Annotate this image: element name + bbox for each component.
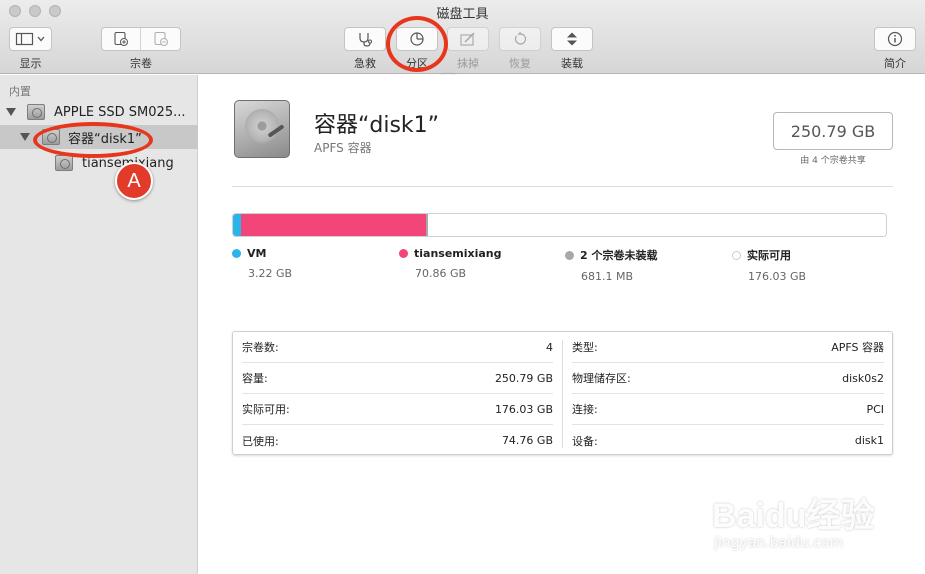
- volume-title: 容器“disk1”: [314, 113, 440, 138]
- legend-value: 681.1 MB: [581, 270, 634, 283]
- shared-note: 由 4 个宗卷共享: [800, 156, 866, 166]
- info-row: 实际可用: 176.03 GB: [242, 394, 553, 425]
- info-label-text: 设备:: [572, 434, 598, 448]
- first-aid-button[interactable]: [344, 27, 386, 51]
- legend-swatch: [232, 249, 241, 258]
- legend-item-vm: VM 3.22 GB: [232, 247, 292, 280]
- info-row: 物理储存区: disk0s2: [572, 363, 884, 394]
- volume-label: 宗卷: [130, 57, 152, 70]
- info-label-text: 容量:: [242, 372, 268, 385]
- view-label: 显示: [19, 57, 42, 70]
- legend-swatch: [565, 250, 574, 260]
- legend-swatch: [399, 249, 408, 258]
- legend-item-unmounted: 2 个宗卷未装载 681.1 MB: [565, 247, 657, 283]
- add-volume-icon: [114, 31, 128, 46]
- legend-swatch: [732, 250, 741, 260]
- info-row: 容量: 250.79 GB: [242, 363, 553, 394]
- remove-volume-icon: [153, 31, 168, 46]
- info-value-text: 250.79 GB: [494, 371, 553, 385]
- window-title: 磁盘工具: [436, 7, 489, 22]
- legend-name: VM: [247, 247, 267, 260]
- sidebar-item-physical-disk[interactable]: APPLE SSD SM025...: [0, 100, 198, 124]
- disclosure-triangle-icon[interactable]: [20, 133, 30, 141]
- info-label: 简介: [884, 57, 906, 70]
- legend-name: 实际可用: [747, 249, 791, 262]
- info-label-text: 实际可用:: [242, 403, 290, 416]
- restore-button[interactable]: [499, 27, 541, 51]
- add-volume-button[interactable]: [102, 28, 142, 50]
- sidebar-toggle-icon: [15, 32, 44, 46]
- info-label-text: 已使用:: [242, 434, 279, 448]
- info-value-text: disk1: [854, 434, 884, 447]
- watermark: Baidu经验 jingyan.baidu.com: [712, 488, 874, 551]
- stethoscope-icon: [359, 33, 372, 47]
- erase-button[interactable]: [447, 27, 489, 51]
- highlight-ring-a: [33, 122, 153, 158]
- info-divider: [562, 340, 563, 448]
- capacity-box: 250.79 GB: [773, 112, 893, 150]
- restore-icon: [514, 31, 527, 45]
- mount-icon: [567, 32, 577, 46]
- annotation-badge-a: A: [115, 162, 153, 200]
- sidebar-section-internal: 内置: [9, 85, 31, 98]
- legend-item-available: 实际可用 176.03 GB: [732, 247, 806, 283]
- legend-value: 176.03 GB: [748, 270, 807, 283]
- legend-value: 70.86 GB: [415, 267, 467, 280]
- legend-value: 3.22 GB: [248, 267, 293, 280]
- info-row: 已使用: 74.76 GB: [242, 425, 553, 456]
- volume-button-group: [101, 27, 181, 51]
- first-aid-label: 急救: [354, 57, 376, 70]
- watermark-logo: Baidu经验: [712, 497, 875, 535]
- large-disk-icon: [234, 100, 290, 158]
- info-row: 设备: disk1: [572, 425, 884, 456]
- info-value-text: 74.76 GB: [501, 434, 553, 447]
- sidebar-item-label: APPLE SSD SM025...: [54, 104, 186, 120]
- restore-label: 恢复: [509, 57, 531, 70]
- remove-volume-button[interactable]: [141, 28, 180, 50]
- legend-name: 2 个宗卷未装载: [580, 249, 658, 262]
- info-value-text: PCI: [866, 402, 884, 416]
- volume-subtitle: APFS 容器: [314, 141, 372, 155]
- divider: [232, 186, 893, 187]
- window-titlebar: 磁盘工具 显示 宗卷 急救 分区 抹掉 恢复 装载 简介: [0, 0, 925, 74]
- usage-segment: [241, 214, 426, 236]
- info-icon: [887, 31, 903, 47]
- info-value-text: APFS 容器: [831, 341, 884, 354]
- info-label-text: 物理储存区:: [572, 372, 631, 385]
- view-button[interactable]: [9, 27, 52, 51]
- mount-button[interactable]: [551, 27, 593, 51]
- disclosure-triangle-icon[interactable]: [6, 108, 16, 116]
- legend-name: tiansemixiang: [414, 247, 502, 260]
- info-row: 宗卷数: 4: [242, 332, 553, 363]
- info-label-text: 类型:: [572, 341, 598, 354]
- hard-disk-icon: [27, 104, 45, 120]
- usage-segment: [427, 214, 886, 236]
- highlight-ring-b: [386, 16, 448, 72]
- info-row: 类型: APFS 容器: [572, 332, 884, 363]
- volume-disk-icon: [55, 155, 73, 171]
- usage-bar: [232, 213, 887, 237]
- info-value-text: 4: [546, 340, 553, 354]
- legend-item-tiansemixiang: tiansemixiang 70.86 GB: [399, 247, 502, 280]
- info-value-text: disk0s2: [842, 371, 884, 385]
- info-table: 宗卷数: 4 容量: 250.79 GB 实际可用: 176.03 GB 已使用: 74…: [232, 331, 893, 455]
- info-row: 连接: PCI: [572, 394, 884, 425]
- info-button[interactable]: [874, 27, 916, 51]
- info-value-text: 176.03 GB: [494, 402, 553, 416]
- erase-label: 抹掉: [457, 57, 479, 70]
- mount-label: 装载: [561, 57, 583, 70]
- watermark-url: jingyan.baidu.com: [714, 535, 844, 551]
- info-label-text: 宗卷数:: [242, 341, 279, 354]
- info-label-text: 连接:: [572, 403, 598, 416]
- usage-segment: [233, 214, 242, 236]
- erase-icon: [460, 32, 475, 46]
